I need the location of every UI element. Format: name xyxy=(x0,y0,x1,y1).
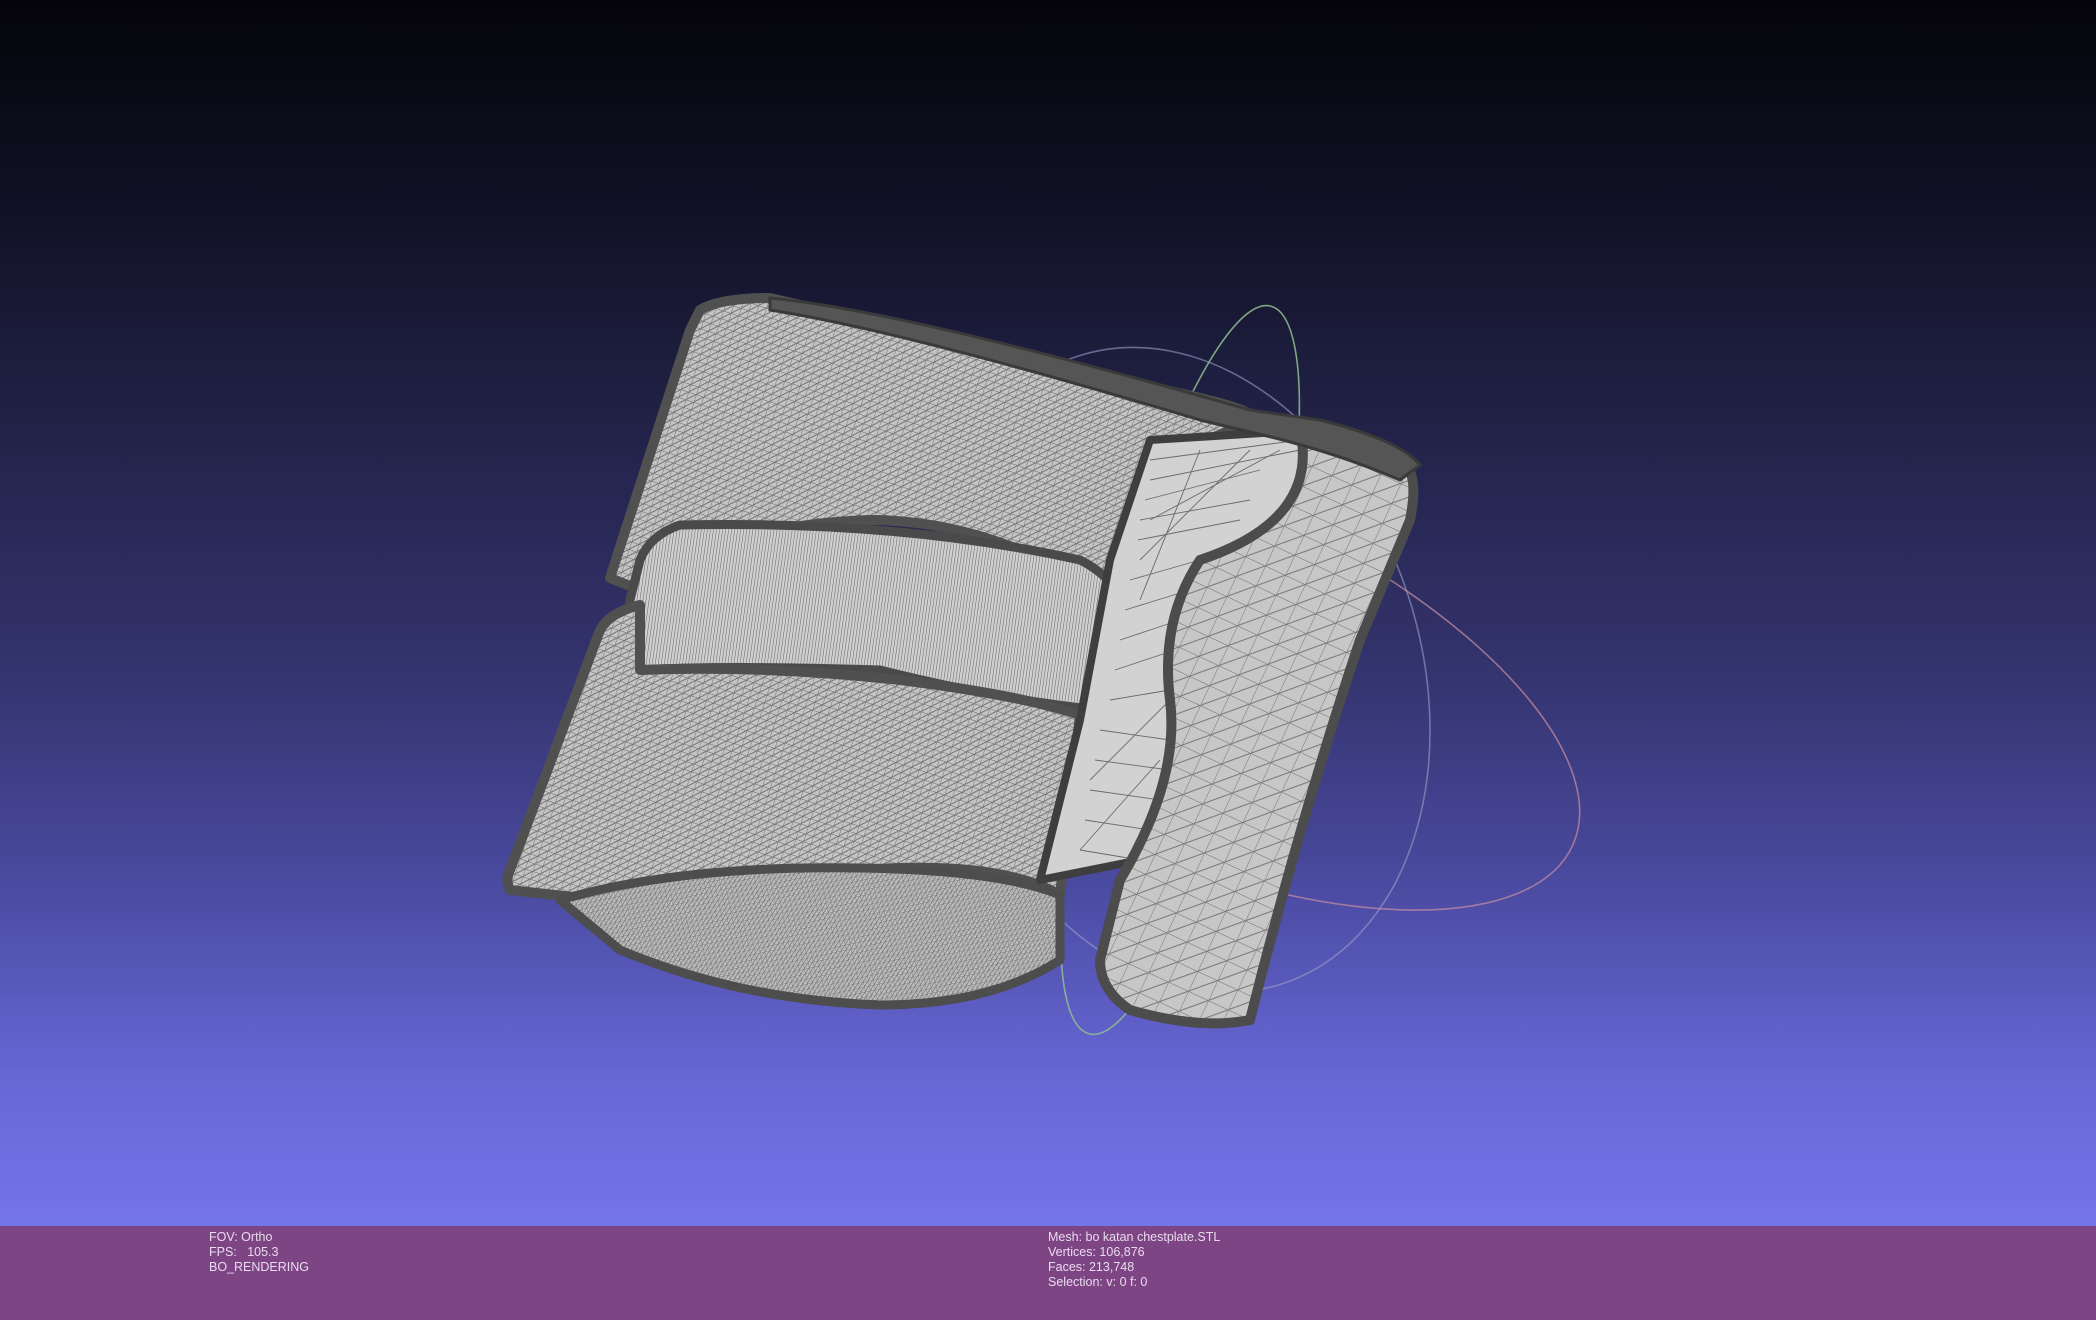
mesh-bottom-cup xyxy=(555,863,1065,1010)
mesh-info: Mesh: bo katan chestplate.STL Vertices: … xyxy=(1048,1230,1220,1290)
selection-label: Selection: v: 0 f: 0 xyxy=(1048,1275,1148,1289)
fov-label: FOV: Ortho xyxy=(209,1230,273,1244)
mesh-name-label: Mesh: bo katan chestplate.STL xyxy=(1048,1230,1221,1244)
vertices-label: Vertices: 106,876 xyxy=(1048,1245,1145,1259)
faces-label: Faces: 213,748 xyxy=(1048,1260,1135,1274)
mesh-render xyxy=(502,293,1581,1036)
fps-label: FPS: 105.3 xyxy=(209,1245,279,1259)
info-bar: FOV: Ortho FPS: 105.3 BO_RENDERING Mesh:… xyxy=(0,1226,2096,1320)
3d-viewport[interactable] xyxy=(0,0,2096,1226)
render-mode-label: BO_RENDERING xyxy=(209,1260,310,1274)
render-info: FOV: Ortho FPS: 105.3 BO_RENDERING xyxy=(209,1230,309,1275)
